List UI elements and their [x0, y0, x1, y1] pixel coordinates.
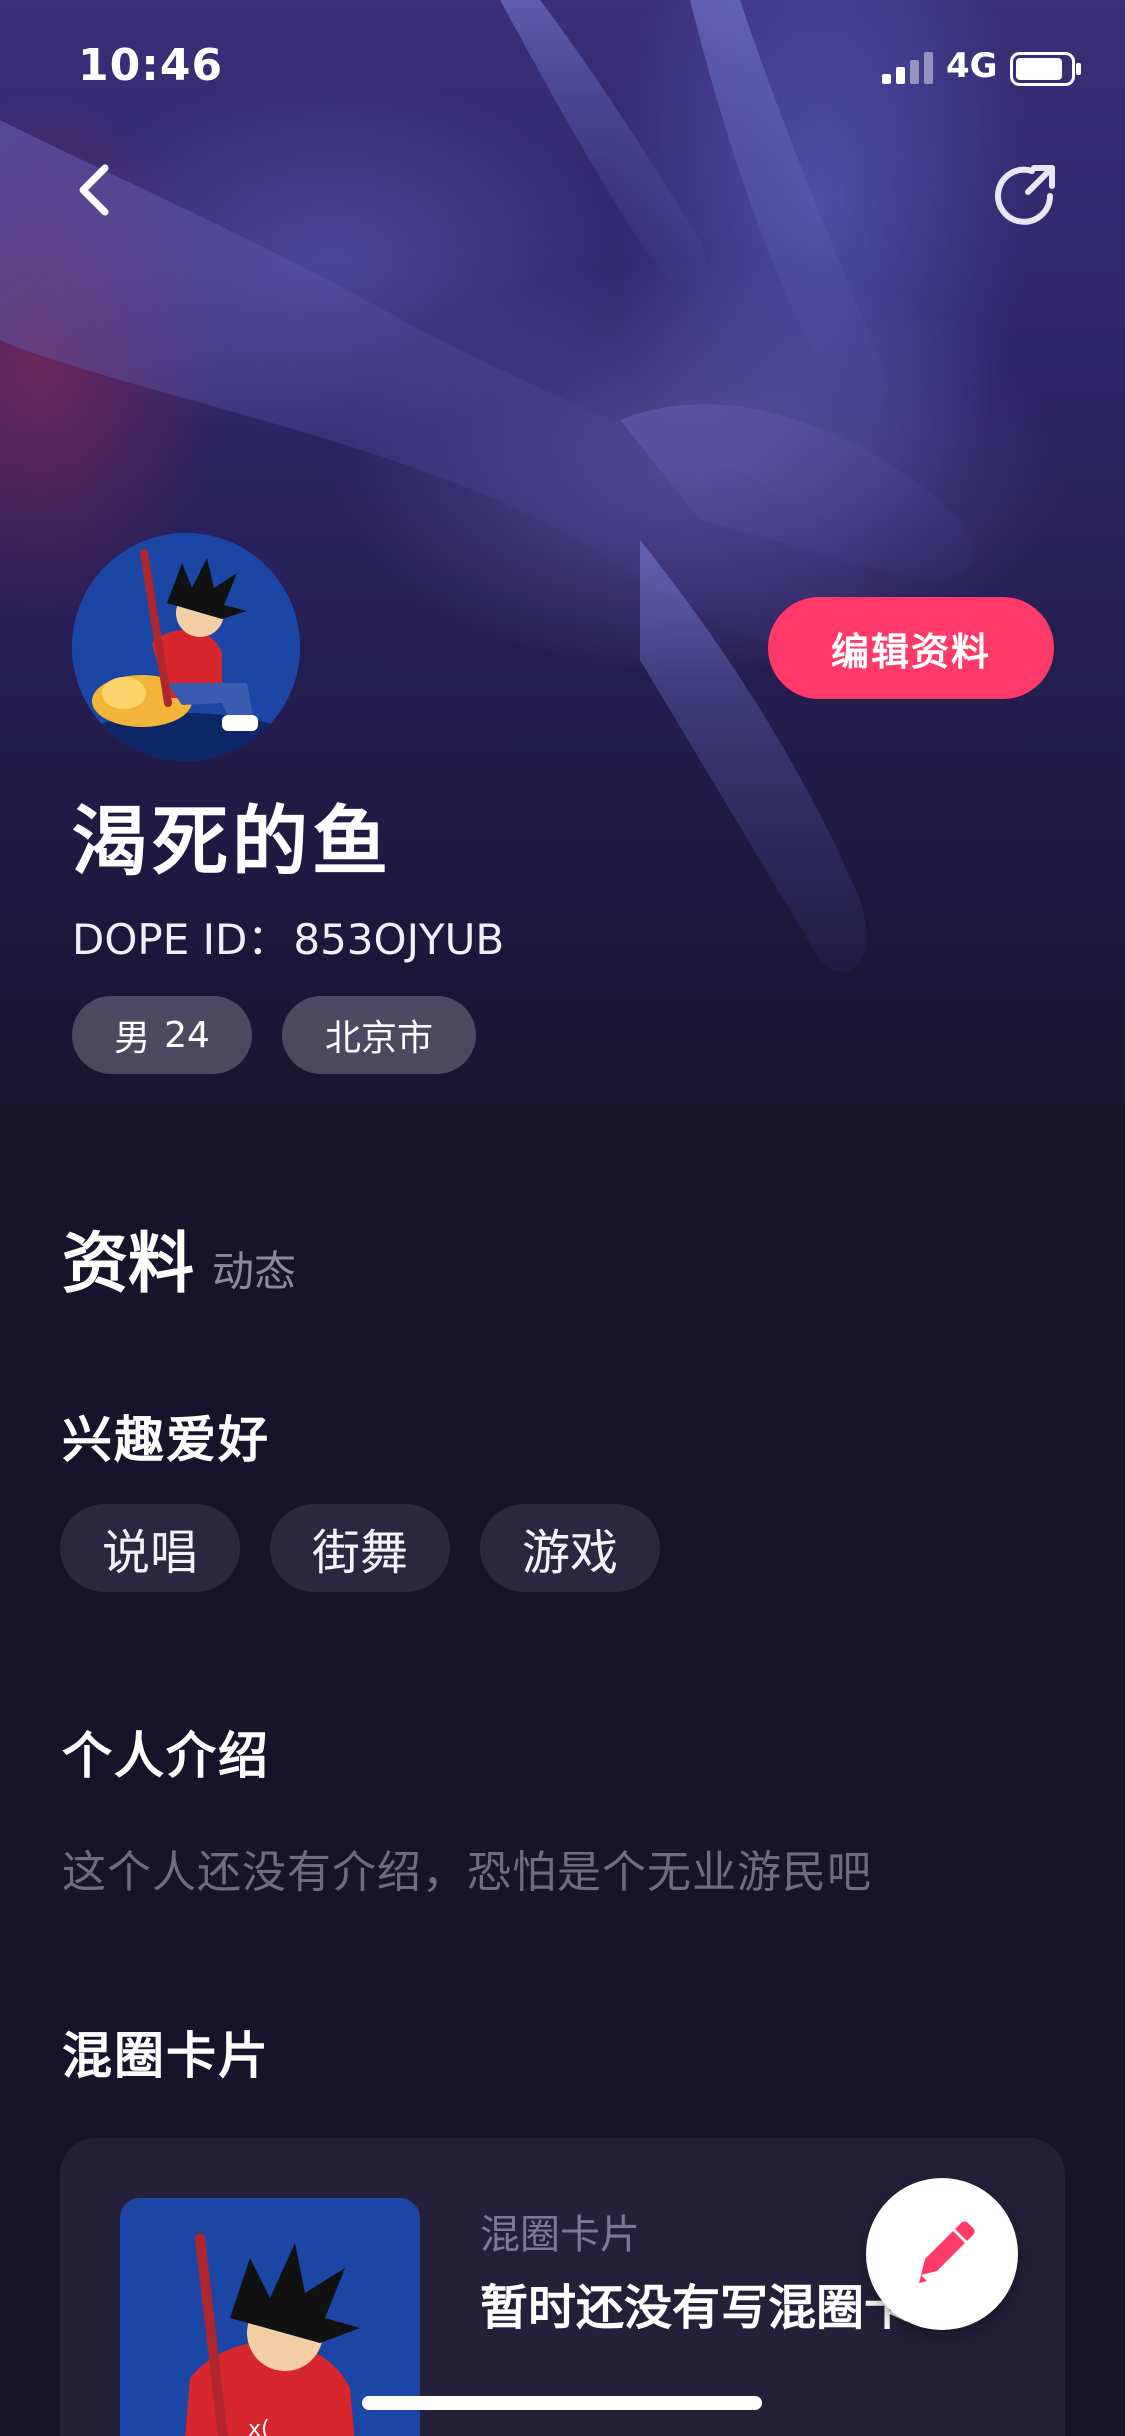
back-button[interactable]: [50, 145, 140, 235]
circle-card-label: 混圈卡片: [480, 2212, 640, 2258]
dope-id: DOPE ID：853OJYUB: [72, 906, 504, 967]
intro-title: 个人介绍: [62, 1727, 270, 1785]
dope-id-value: 853OJYUB: [293, 915, 505, 964]
dope-id-label: DOPE ID：: [72, 915, 290, 964]
signal-icon: [882, 52, 933, 84]
gender-age-badge: 男 24: [72, 996, 252, 1074]
pencil-icon: [919, 2221, 975, 2283]
interest-tags: 说唱 街舞 游戏: [60, 1504, 660, 1592]
chevron-left-icon: [79, 164, 109, 216]
circle-card-title: 混圈卡片: [62, 2027, 270, 2085]
share-button[interactable]: [980, 150, 1070, 240]
home-indicator: [362, 2396, 762, 2410]
tab-feed[interactable]: 动态: [212, 1238, 296, 1299]
write-card-button[interactable]: [866, 2178, 1018, 2330]
edit-profile-button[interactable]: 编辑资料: [768, 597, 1054, 699]
interest-tag: 说唱: [60, 1504, 240, 1592]
network-type: 4G: [946, 46, 998, 86]
city-badge: 北京市: [282, 996, 476, 1074]
profile-tabs: 资料 动态: [62, 1210, 296, 1306]
avatar[interactable]: [72, 533, 300, 761]
interests-title: 兴趣爱好: [62, 1411, 270, 1469]
username: 渴死的鱼: [72, 797, 392, 886]
avatar-illustration: [72, 533, 300, 761]
status-time: 10:46: [78, 40, 224, 91]
svg-text:x(: x(: [248, 2417, 270, 2436]
interest-tag: 街舞: [270, 1504, 450, 1592]
share-arrow-icon: [995, 165, 1055, 225]
intro-text: 这个人还没有介绍，恐怕是个无业游民吧: [62, 1847, 872, 1898]
interest-tag: 游戏: [480, 1504, 660, 1592]
tab-profile[interactable]: 资料: [62, 1210, 194, 1306]
circle-card-text: 暂时还没有写混圈卡: [480, 2280, 913, 2336]
age-label: 24: [164, 1014, 210, 1056]
battery-icon: [1010, 52, 1081, 86]
status-bar: 10:46 4G: [0, 0, 1125, 134]
gender-label: 男: [114, 1018, 151, 1059]
